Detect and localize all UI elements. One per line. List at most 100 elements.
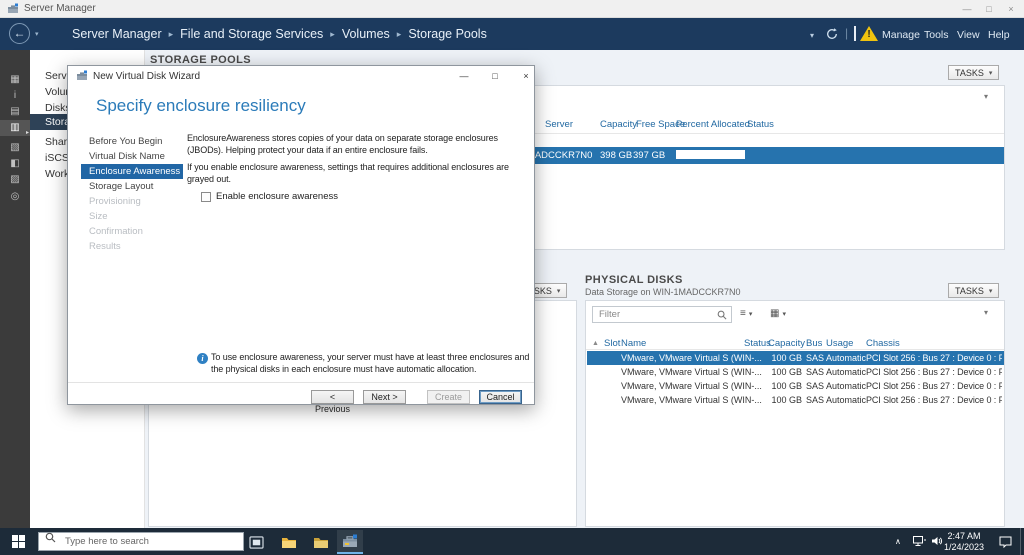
columns-settings-button[interactable]: ▦ ▾ <box>770 308 786 319</box>
column-header-status[interactable]: Status <box>747 119 774 130</box>
server-manager-taskbar-button[interactable] <box>337 530 363 554</box>
strip-icon-7[interactable]: ▨ <box>0 172 30 188</box>
breadcrumb-item-server-manager[interactable]: Server Manager <box>72 27 162 41</box>
wizard-step-virtual-disk-name[interactable]: Virtual Disk Name <box>81 149 183 164</box>
all-servers-icon[interactable]: ▤ <box>0 104 30 120</box>
storage-pools-tasks-button[interactable]: TASKS ▾ <box>948 65 1000 80</box>
tray-expand-caret-icon[interactable]: ∧ <box>895 537 901 546</box>
column-header-capacity[interactable]: Capacity <box>768 338 805 349</box>
feedback-icon[interactable]: ◎ <box>0 189 30 205</box>
physical-disks-collapse-chevron-icon[interactable]: ▾ <box>984 308 988 317</box>
back-history-caret-icon[interactable]: ▾ <box>35 30 39 38</box>
column-header-chassis[interactable]: Chassis <box>866 338 900 349</box>
table-header-divider <box>586 349 1004 350</box>
next-button[interactable]: Next > <box>363 390 406 404</box>
alert-column-icon[interactable]: ▲ <box>592 340 599 347</box>
taskbar-search-input[interactable] <box>38 532 244 551</box>
action-center-icon[interactable] <box>999 536 1012 548</box>
disk-capacity: 100 GB <box>771 395 802 405</box>
create-button[interactable]: Create <box>427 390 470 404</box>
window-titlebar: Server Manager — □ × <box>0 0 1024 18</box>
wizard-step-storage-layout[interactable]: Storage Layout <box>81 179 183 194</box>
disk-chassis: PCI Slot 256 : Bus 27 : Device 0 : Funct… <box>866 381 1002 391</box>
dialog-close-button[interactable]: × <box>516 69 536 83</box>
physical-disk-row[interactable]: VMware, VMware Virtual S (WIN-... 100 GB… <box>587 379 1004 393</box>
dialog-minimize-button[interactable]: — <box>454 69 474 83</box>
refresh-icon[interactable] <box>825 27 839 41</box>
tray-date-text: 1/24/2023 <box>943 541 985 552</box>
column-header-status[interactable]: Status <box>744 338 771 349</box>
pool-capacity: 398 GB <box>600 150 633 161</box>
menu-help[interactable]: Help <box>988 29 1010 41</box>
grid-icon: ▦ <box>770 308 780 319</box>
disk-chassis: PCI Slot 256 : Bus 27 : Device 0 : Funct… <box>866 353 1002 363</box>
column-header-percent-allocated[interactable]: Percent Allocated <box>676 119 750 130</box>
nav-icon-strip: ▦ i ▤ ▥ ▸ ▧ ◧ ▨ ◎ <box>0 50 30 528</box>
cancel-button[interactable]: Cancel <box>479 390 522 404</box>
window-minimize-button[interactable]: — <box>958 2 976 16</box>
notifications-flag-button[interactable]: ! <box>854 25 884 43</box>
search-icon <box>717 310 727 320</box>
start-button[interactable] <box>0 528 36 555</box>
physical-disks-tasks-button[interactable]: TASKS ▾ <box>948 283 1000 298</box>
show-desktop-button[interactable] <box>1020 528 1024 555</box>
storage-pools-collapse-chevron-icon[interactable]: ▾ <box>984 92 988 101</box>
dialog-title: New Virtual Disk Wizard <box>93 71 201 82</box>
menu-view[interactable]: View <box>957 29 980 41</box>
folder-icon <box>314 537 328 548</box>
breadcrumb-separator-icon: ▸ <box>330 29 335 39</box>
caret-down-icon: ▾ <box>782 310 786 318</box>
tray-clock[interactable]: 2:47 AM 1/24/2023 <box>933 531 995 552</box>
enclosure-awareness-description: EnclosureAwareness stores copies of your… <box>187 133 498 155</box>
disk-bus: SAS <box>806 395 825 405</box>
physical-disks-panel <box>585 300 1005 527</box>
physical-disk-row[interactable]: VMware, VMware Virtual S (WIN-... 100 GB… <box>587 351 1004 365</box>
filter-criteria-button[interactable]: ≡ ▾ <box>740 308 752 319</box>
list-icon: ≡ <box>740 308 746 319</box>
file-explorer-button[interactable] <box>276 533 302 552</box>
file-and-storage-services-icon[interactable]: ▥ ▸ <box>0 120 30 136</box>
previous-button[interactable]: < Previous <box>311 390 354 414</box>
menu-tools[interactable]: Tools <box>924 29 949 41</box>
checkbox-label[interactable]: Enable enclosure awareness <box>216 191 338 202</box>
breadcrumb-item-volumes[interactable]: Volumes <box>342 27 390 41</box>
column-header-capacity[interactable]: Capacity <box>600 119 637 130</box>
column-header-slot[interactable]: Slot <box>604 338 620 349</box>
menu-manage[interactable]: Manage <box>882 29 920 41</box>
column-header-server[interactable]: Server <box>545 119 573 130</box>
search-icon <box>45 532 56 543</box>
column-header-bus[interactable]: Bus <box>806 338 822 349</box>
breadcrumb-item-storage-pools[interactable]: Storage Pools <box>408 27 487 41</box>
window-title: Server Manager <box>24 3 96 14</box>
wizard-step-enclosure-awareness[interactable]: Enclosure Awareness <box>81 164 183 179</box>
disk-bus: SAS <box>806 367 825 377</box>
physical-disk-row[interactable]: VMware, VMware Virtual S (WIN-... 100 GB… <box>587 393 1004 407</box>
disk-bus: SAS <box>806 381 825 391</box>
folder-button[interactable] <box>308 533 334 552</box>
window-maximize-button[interactable]: □ <box>980 2 998 16</box>
strip-flyout-arrow-icon: ▸ <box>25 130 29 136</box>
strip-icon-5[interactable]: ▧ <box>0 140 30 156</box>
server-manager-icon <box>343 534 357 547</box>
local-server-icon[interactable]: i <box>0 88 30 104</box>
caret-down-icon: ▾ <box>556 287 561 295</box>
dashboard-icon[interactable]: ▦ <box>0 72 30 88</box>
window-close-button[interactable]: × <box>1002 2 1020 16</box>
info-icon: i <box>197 353 208 364</box>
dialog-maximize-button[interactable]: □ <box>485 69 505 83</box>
enable-enclosure-awareness-checkbox[interactable] <box>201 192 211 202</box>
task-view-button[interactable] <box>243 533 269 552</box>
filter-input[interactable] <box>592 306 732 323</box>
breadcrumb-item-file-storage[interactable]: File and Storage Services <box>180 27 323 41</box>
strip-icon-6[interactable]: ◧ <box>0 156 30 172</box>
caret-down-icon: ▾ <box>988 69 993 77</box>
nav-dropdown-caret-icon[interactable]: ▾ <box>810 31 814 40</box>
wizard-step-before-you-begin[interactable]: Before You Begin <box>81 134 183 149</box>
physical-disk-row[interactable]: VMware, VMware Virtual S (WIN-... 100 GB… <box>587 365 1004 379</box>
column-header-name[interactable]: Name <box>621 338 646 349</box>
back-button[interactable]: ← <box>9 23 30 44</box>
network-icon[interactable] <box>913 536 926 547</box>
pool-free-space: 397 GB <box>633 150 666 161</box>
column-header-usage[interactable]: Usage <box>826 338 853 349</box>
warning-exclamation: ! <box>867 29 871 40</box>
